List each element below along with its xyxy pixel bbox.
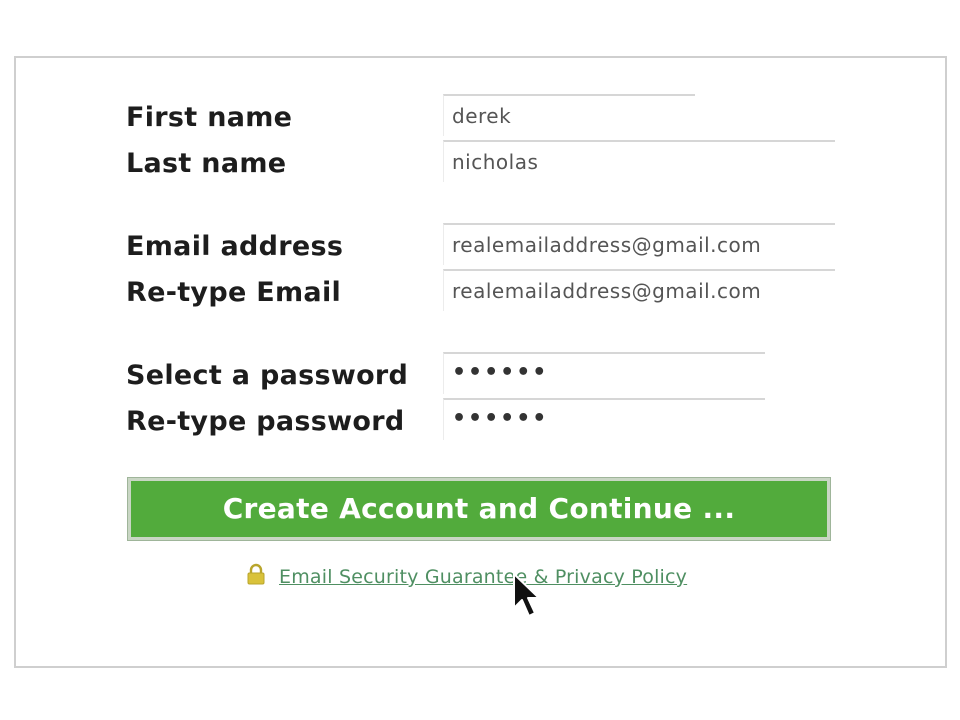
email-confirm-label: Re-type Email (126, 277, 342, 308)
password-label: Select a password (126, 360, 409, 391)
first-name-field[interactable]: derek (443, 94, 695, 136)
password-confirm-label: Re-type password (126, 406, 405, 437)
privacy-policy-link[interactable]: Email Security Guarantee & Privacy Polic… (279, 566, 687, 588)
email-label: Email address (126, 231, 344, 262)
email-confirm-field[interactable]: realemailaddress@gmail.com (443, 269, 835, 311)
last-name-field[interactable]: nicholas (443, 140, 835, 182)
create-account-button[interactable]: Create Account and Continue ... (127, 477, 831, 541)
mouse-pointer-icon (513, 573, 540, 617)
password-field[interactable]: •••••• (443, 352, 765, 394)
last-name-label: Last name (126, 148, 287, 179)
password-confirm-field[interactable]: •••••• (443, 398, 765, 440)
first-name-label: First name (126, 102, 293, 133)
email-field[interactable]: realemailaddress@gmail.com (443, 223, 835, 265)
lock-icon (247, 563, 265, 585)
